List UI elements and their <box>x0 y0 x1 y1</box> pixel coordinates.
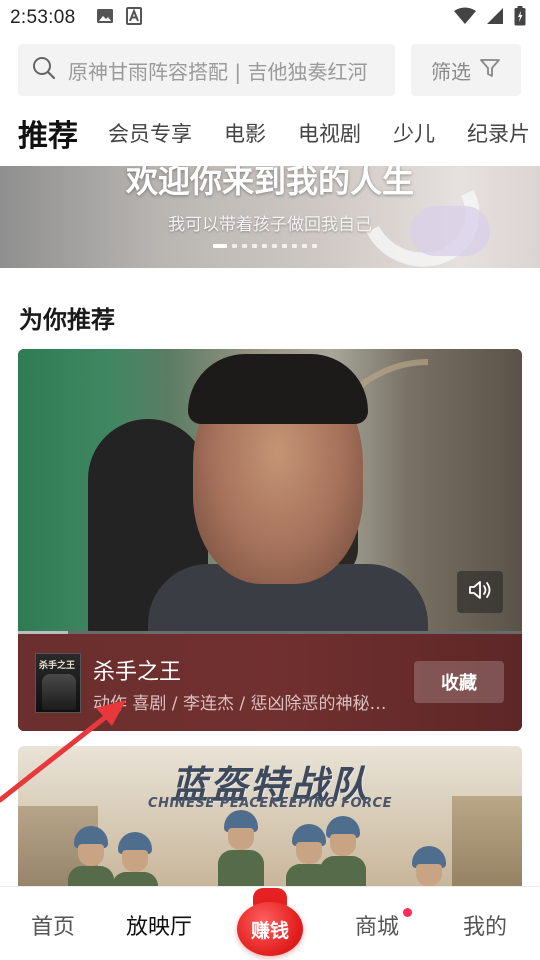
filter-button[interactable]: 筛选 <box>411 44 521 96</box>
video-preview[interactable] <box>18 349 522 631</box>
carousel-dot[interactable] <box>232 244 237 248</box>
movie-title: 杀手之王 <box>93 660 182 685</box>
speaker-icon <box>467 579 493 605</box>
card2-subtitle: CHINESE PEACEKEEPING FORCE <box>148 796 392 811</box>
filter-label: 筛选 <box>431 59 471 84</box>
movie-poster[interactable]: 杀手之王 <box>35 653 81 713</box>
nav-home[interactable]: 首页 <box>31 909 75 941</box>
section-title: 为你推荐 <box>19 306 115 334</box>
carousel-dot[interactable] <box>312 244 317 248</box>
tab-vip[interactable]: 会员专享 <box>108 118 192 148</box>
banner-subtitle: 我可以带着孩子做回我自己 <box>168 215 372 235</box>
volume-button[interactable] <box>457 571 503 613</box>
tab-kids[interactable]: 少儿 <box>393 118 435 148</box>
carousel-dot[interactable] <box>262 244 267 248</box>
carousel-dot[interactable] <box>292 244 297 248</box>
search-placeholder: 原神甘雨阵容搭配 | 吉他独奏红河 <box>68 59 368 84</box>
wifi-icon <box>454 7 476 29</box>
poster-title: 杀手之王 <box>39 661 76 671</box>
battery-icon <box>514 6 526 30</box>
signal-icon <box>486 7 504 29</box>
search-icon <box>32 56 56 84</box>
recommend-card-2[interactable]: 蓝盔特战队 CHINESE PEACEKEEPING FORCE <box>18 746 522 896</box>
poster-background <box>452 796 522 896</box>
nav-cinema[interactable]: 放映厅 <box>126 909 192 941</box>
carousel-dot[interactable] <box>282 244 287 248</box>
earn-label: 赚钱 <box>250 920 289 942</box>
status-bar: 2:53:08 <box>0 0 540 36</box>
movie-info-bar[interactable]: 杀手之王 杀手之王 动作 喜剧 / 李连杰 / 惩凶除恶的神秘杀手 收藏 <box>18 634 522 731</box>
tab-documentary[interactable]: 纪录片 <box>467 118 530 148</box>
image-icon <box>96 7 114 29</box>
filter-icon <box>479 57 501 83</box>
tab-recommend[interactable]: 推荐 <box>18 111 78 155</box>
banner-title: 欢迎你来到我的人生 <box>125 166 414 200</box>
carousel-dot[interactable] <box>242 244 247 248</box>
collect-label: 收藏 <box>441 673 477 694</box>
banner-carousel[interactable]: 欢迎你来到我的人生 我可以带着孩子做回我自己 <box>0 166 540 268</box>
status-time: 2:53:08 <box>10 7 76 28</box>
search-input[interactable]: 原神甘雨阵容搭配 | 吉他独奏红河 <box>18 44 395 96</box>
carousel-indicator <box>213 244 317 248</box>
carousel-dot[interactable] <box>252 244 257 248</box>
carousel-dot[interactable] <box>213 244 227 248</box>
tab-movies[interactable]: 电影 <box>224 118 266 148</box>
poster-figure <box>42 674 76 710</box>
carousel-dot[interactable] <box>302 244 307 248</box>
category-tabs: 推荐 会员专享 电影 电视剧 少儿 纪录片 <box>18 108 540 158</box>
tab-tv-series[interactable]: 电视剧 <box>298 118 361 148</box>
soldier-figure <box>216 810 266 896</box>
collect-button[interactable]: 收藏 <box>414 661 504 703</box>
video-figure <box>188 354 368 424</box>
carousel-dot[interactable] <box>272 244 277 248</box>
nav-shop[interactable]: 商城 <box>355 909 399 941</box>
soldier-figure <box>318 816 368 896</box>
earn-button[interactable]: 赚钱 <box>237 888 303 956</box>
font-icon <box>125 7 142 29</box>
notification-dot <box>403 908 412 917</box>
movie-meta: 动作 喜剧 / 李连杰 / 惩凶除恶的神秘杀手 <box>93 694 393 714</box>
featured-card[interactable]: 杀手之王 杀手之王 动作 喜剧 / 李连杰 / 惩凶除恶的神秘杀手 收藏 <box>18 349 522 731</box>
nav-mine[interactable]: 我的 <box>463 909 507 941</box>
